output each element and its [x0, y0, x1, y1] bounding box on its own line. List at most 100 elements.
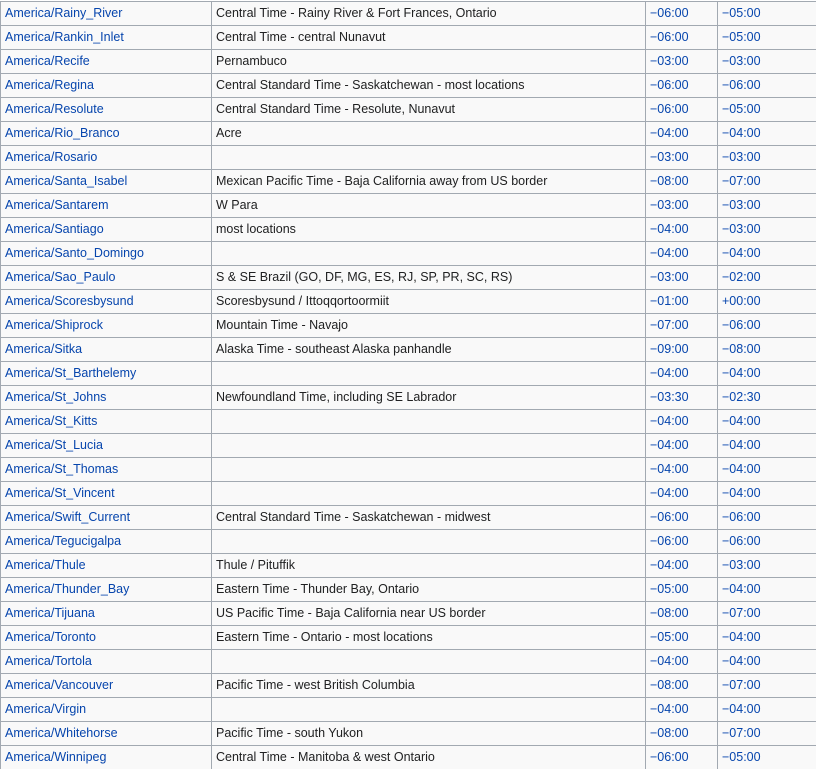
- utc-offset-link[interactable]: −04:00: [650, 462, 689, 476]
- utc-offset-link[interactable]: −06:00: [650, 6, 689, 20]
- tz-name-link[interactable]: America/Rankin_Inlet: [5, 30, 124, 44]
- tz-name-link[interactable]: America/Tijuana: [5, 606, 95, 620]
- utc-dst-offset-link[interactable]: −02:30: [722, 390, 761, 404]
- utc-offset-link[interactable]: −03:00: [650, 270, 689, 284]
- utc-dst-offset-link[interactable]: −03:00: [722, 54, 761, 68]
- tz-name-link[interactable]: America/Swift_Current: [5, 510, 130, 524]
- tz-name-link[interactable]: America/Winnipeg: [5, 750, 106, 764]
- utc-offset-link[interactable]: −03:00: [650, 150, 689, 164]
- utc-offset-link[interactable]: −06:00: [650, 30, 689, 44]
- tz-name-link[interactable]: America/Recife: [5, 54, 90, 68]
- utc-offset-link[interactable]: −03:00: [650, 198, 689, 212]
- utc-dst-offset-link[interactable]: −04:00: [722, 582, 761, 596]
- utc-offset-link[interactable]: −08:00: [650, 726, 689, 740]
- utc-dst-offset-link[interactable]: −03:00: [722, 558, 761, 572]
- utc-dst-offset-link[interactable]: −04:00: [722, 414, 761, 428]
- utc-offset-link[interactable]: −04:00: [650, 222, 689, 236]
- utc-offset-link[interactable]: −03:30: [650, 390, 689, 404]
- utc-offset-link[interactable]: −04:00: [650, 126, 689, 140]
- utc-offset-link[interactable]: −06:00: [650, 102, 689, 116]
- utc-offset-link[interactable]: −05:00: [650, 630, 689, 644]
- tz-name-link[interactable]: America/St_Kitts: [5, 414, 97, 428]
- tz-name-link[interactable]: America/Sao_Paulo: [5, 270, 115, 284]
- utc-dst-offset-link[interactable]: −04:00: [722, 462, 761, 476]
- tz-name-link[interactable]: America/Thunder_Bay: [5, 582, 129, 596]
- tz-name-link[interactable]: America/Resolute: [5, 102, 104, 116]
- utc-dst-offset-link[interactable]: −08:00: [722, 342, 761, 356]
- tz-name-link[interactable]: America/St_Johns: [5, 390, 106, 404]
- tz-name-link[interactable]: America/Virgin: [5, 702, 86, 716]
- tz-name-link[interactable]: America/Santiago: [5, 222, 104, 236]
- utc-dst-offset-link[interactable]: −04:00: [722, 246, 761, 260]
- utc-dst-offset-link[interactable]: +00:00: [722, 294, 761, 308]
- utc-offset-link[interactable]: −04:00: [650, 702, 689, 716]
- utc-dst-offset-link[interactable]: −05:00: [722, 750, 761, 764]
- utc-offset-link[interactable]: −05:00: [650, 582, 689, 596]
- tz-name-link[interactable]: America/Rio_Branco: [5, 126, 120, 140]
- utc-dst-offset-link[interactable]: −03:00: [722, 150, 761, 164]
- tz-name-link[interactable]: America/Santarem: [5, 198, 109, 212]
- tz-name-link[interactable]: America/Scoresbysund: [5, 294, 134, 308]
- utc-dst-offset-link[interactable]: −04:00: [722, 438, 761, 452]
- tz-name-link[interactable]: America/Thule: [5, 558, 86, 572]
- utc-dst-offset-link[interactable]: −07:00: [722, 174, 761, 188]
- utc-offset-link[interactable]: −04:00: [650, 654, 689, 668]
- tz-name-link[interactable]: America/Rosario: [5, 150, 97, 164]
- utc-dst-offset-link[interactable]: −05:00: [722, 102, 761, 116]
- utc-offset-link[interactable]: −06:00: [650, 750, 689, 764]
- utc-offset-link[interactable]: −04:00: [650, 486, 689, 500]
- utc-dst-offset-link[interactable]: −04:00: [722, 654, 761, 668]
- utc-dst-offset-link[interactable]: −05:00: [722, 30, 761, 44]
- utc-offset-link[interactable]: −04:00: [650, 246, 689, 260]
- utc-offset-link[interactable]: −04:00: [650, 438, 689, 452]
- tz-name-link[interactable]: America/Vancouver: [5, 678, 113, 692]
- utc-offset-link[interactable]: −07:00: [650, 318, 689, 332]
- utc-dst-offset-link[interactable]: −06:00: [722, 318, 761, 332]
- tz-name-link[interactable]: America/Whitehorse: [5, 726, 118, 740]
- utc-dst-offset-link[interactable]: −05:00: [722, 6, 761, 20]
- tz-name-link[interactable]: America/Rainy_River: [5, 6, 122, 20]
- utc-dst-offset-link[interactable]: −04:00: [722, 702, 761, 716]
- utc-dst-offset-link[interactable]: −03:00: [722, 198, 761, 212]
- utc-dst-offset-link[interactable]: −07:00: [722, 726, 761, 740]
- tz-name-link[interactable]: America/Tegucigalpa: [5, 534, 121, 548]
- tz-name-link[interactable]: America/Santo_Domingo: [5, 246, 144, 260]
- utc-offset-link[interactable]: −08:00: [650, 606, 689, 620]
- utc-dst-offset-link[interactable]: −07:00: [722, 678, 761, 692]
- utc-offset-link[interactable]: −04:00: [650, 366, 689, 380]
- table-row: America/Sao_Paulo S & SE Brazil (GO, DF, …: [0, 265, 816, 290]
- utc-dst-offset-link[interactable]: −04:00: [722, 486, 761, 500]
- tz-name-link[interactable]: America/St_Barthelemy: [5, 366, 136, 380]
- tz-name-link[interactable]: America/Regina: [5, 78, 94, 92]
- utc-offset-link[interactable]: −01:00: [650, 294, 689, 308]
- utc-dst-offset-link[interactable]: −03:00: [722, 222, 761, 236]
- tz-cell: America/St_Barthelemy: [0, 361, 212, 386]
- utc-offset-link[interactable]: −04:00: [650, 558, 689, 572]
- tz-name-link[interactable]: America/St_Thomas: [5, 462, 118, 476]
- utc-offset-cell: −03:00: [645, 193, 718, 218]
- timezone-table: America/Rainy_River Central Time - Rainy …: [0, 1, 816, 769]
- utc-dst-offset-link[interactable]: −02:00: [722, 270, 761, 284]
- utc-offset-link[interactable]: −08:00: [650, 174, 689, 188]
- utc-offset-link[interactable]: −03:00: [650, 54, 689, 68]
- utc-dst-offset-link[interactable]: −07:00: [722, 606, 761, 620]
- utc-dst-offset-link[interactable]: −04:00: [722, 366, 761, 380]
- tz-name-link[interactable]: America/Shiprock: [5, 318, 103, 332]
- utc-dst-offset-link[interactable]: −06:00: [722, 78, 761, 92]
- utc-offset-link[interactable]: −06:00: [650, 510, 689, 524]
- utc-dst-offset-link[interactable]: −06:00: [722, 510, 761, 524]
- utc-offset-link[interactable]: −04:00: [650, 414, 689, 428]
- tz-name-link[interactable]: America/Sitka: [5, 342, 82, 356]
- utc-dst-offset-link[interactable]: −06:00: [722, 534, 761, 548]
- tz-name-link[interactable]: America/St_Lucia: [5, 438, 103, 452]
- utc-offset-link[interactable]: −09:00: [650, 342, 689, 356]
- tz-name-link[interactable]: America/Toronto: [5, 630, 96, 644]
- utc-offset-link[interactable]: −06:00: [650, 78, 689, 92]
- tz-name-link[interactable]: America/Santa_Isabel: [5, 174, 127, 188]
- utc-offset-link[interactable]: −08:00: [650, 678, 689, 692]
- utc-offset-link[interactable]: −06:00: [650, 534, 689, 548]
- utc-dst-offset-link[interactable]: −04:00: [722, 126, 761, 140]
- tz-name-link[interactable]: America/St_Vincent: [5, 486, 115, 500]
- utc-dst-offset-link[interactable]: −04:00: [722, 630, 761, 644]
- tz-name-link[interactable]: America/Tortola: [5, 654, 92, 668]
